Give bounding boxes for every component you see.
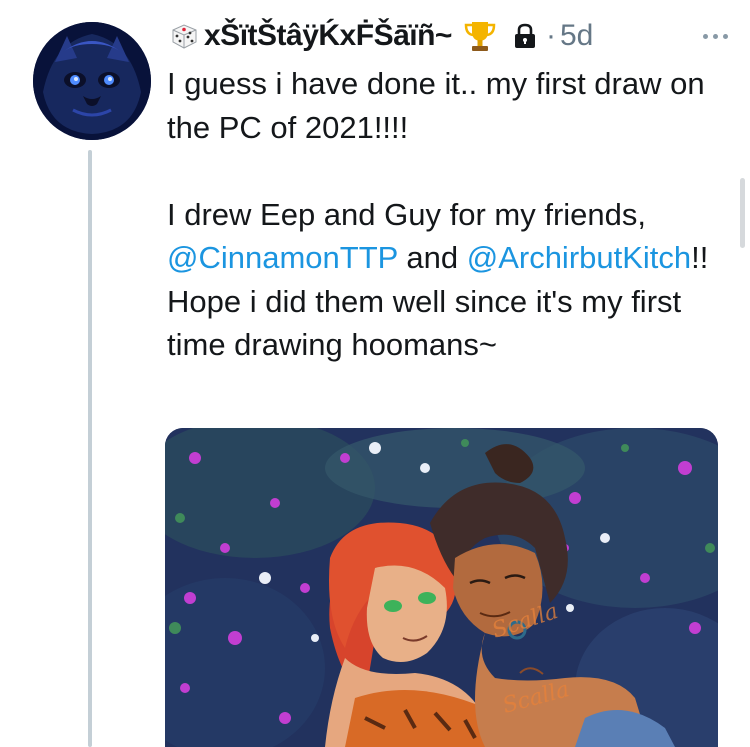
separator-dot: · (545, 19, 556, 52)
media-image[interactable]: Scalla Scalla (165, 428, 718, 747)
avatar[interactable] (33, 22, 151, 140)
tweet-text-paragraph: I drew Eep and Guy for my friends, @Cinn… (167, 193, 737, 367)
timestamp[interactable]: 5d (560, 19, 593, 53)
tweet-text: I guess i have done it.. my first draw o… (167, 62, 737, 367)
tweet-text-line: I guess i have done it.. my first draw o… (167, 66, 705, 145)
tweet-header: xŠïtŠtâÿḰxḞŠāïñ~ · 5d (168, 14, 730, 58)
lock-icon (514, 23, 535, 48)
mention-link[interactable]: @ArchirbutKitch (467, 240, 691, 275)
scrollbar[interactable] (740, 178, 745, 248)
tweet-text-segment: and (397, 240, 467, 275)
trophy-icon (464, 22, 496, 51)
tweet-text-segment: I drew Eep and Guy for my friends, (167, 196, 646, 232)
artwork-illustration: Scalla Scalla (165, 428, 718, 747)
avatar-image (33, 22, 151, 140)
author-display-name[interactable]: xŠïtŠtâÿḰxḞŠāïñ~ (204, 19, 452, 53)
more-icon[interactable] (703, 33, 730, 39)
dice-icon (172, 24, 197, 49)
mention-link[interactable]: @CinnamonTTP (167, 240, 398, 275)
thread-line (88, 150, 92, 747)
